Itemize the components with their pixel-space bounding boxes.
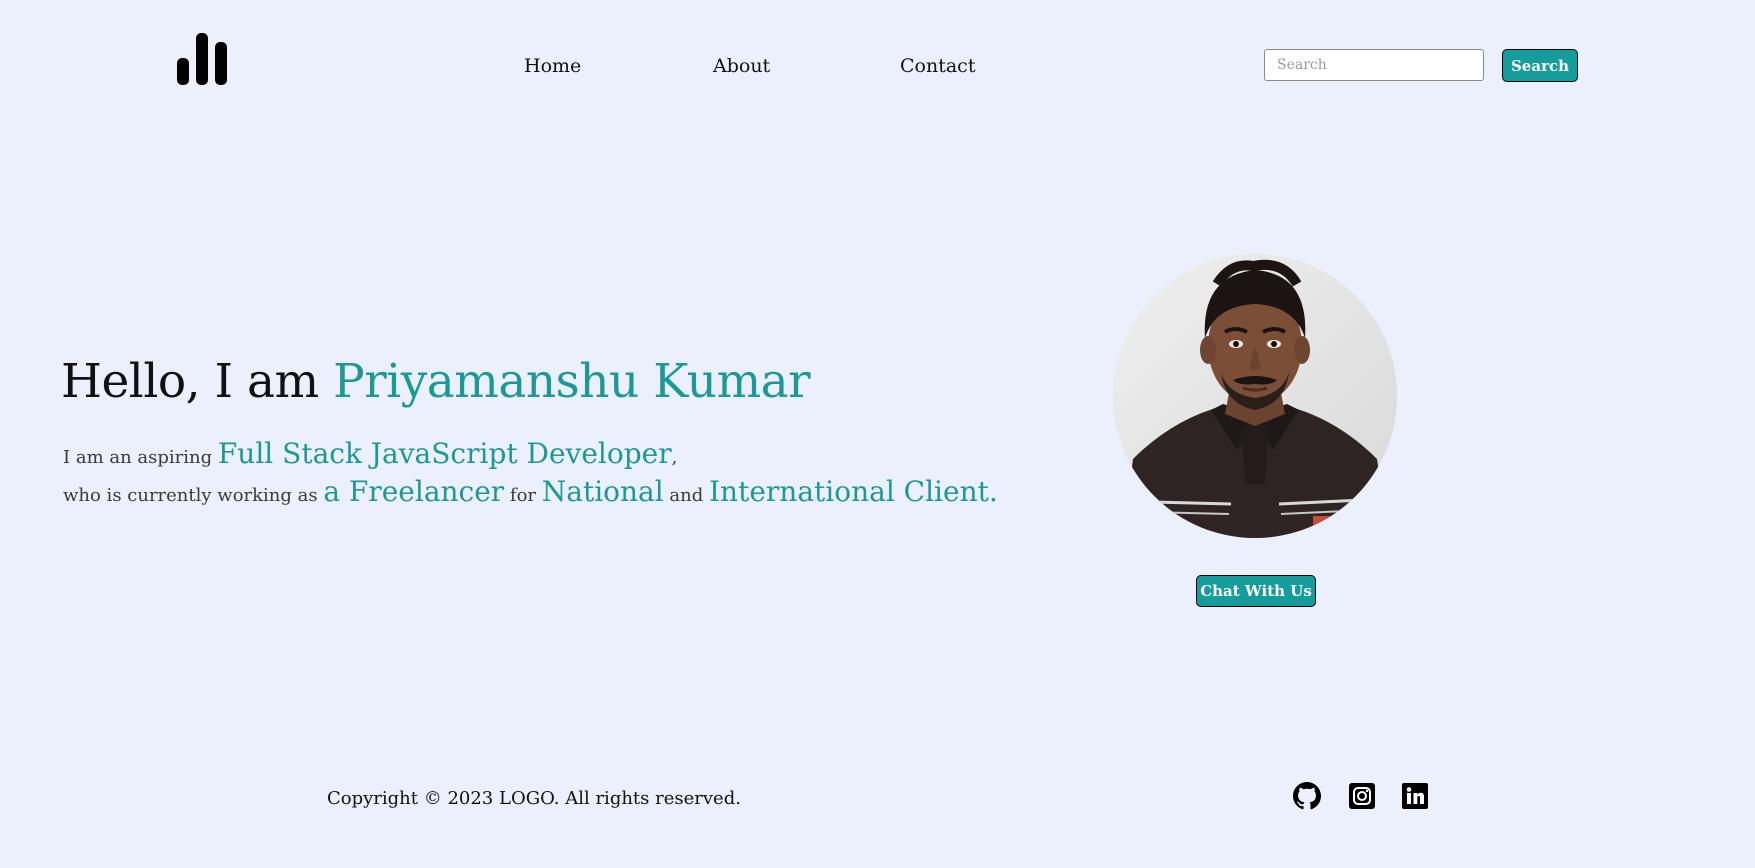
tagline-connector: and [663, 485, 709, 506]
tagline-connector: for [504, 485, 542, 506]
profile-photo [1113, 254, 1397, 538]
national-highlight: National [541, 475, 664, 508]
search-button[interactable]: Search [1502, 49, 1578, 82]
hero-tagline-line-1: I am an aspiring Full Stack JavaScript D… [63, 436, 677, 476]
copyright-text: Copyright © 2023 LOGO. All rights reserv… [327, 788, 741, 809]
hero-name: Priyamanshu Kumar [333, 354, 811, 409]
nav-home-link[interactable]: Home [524, 54, 581, 78]
nav-about-link[interactable]: About [713, 54, 770, 78]
greeting-text: Hello, I am [61, 354, 334, 409]
freelancer-highlight: a Freelancer [323, 475, 505, 508]
nav-contact-link[interactable]: Contact [900, 54, 975, 78]
role-highlight: Full Stack JavaScript Developer [217, 437, 672, 470]
linkedin-icon[interactable] [1401, 782, 1429, 810]
search-input[interactable] [1264, 49, 1484, 81]
profile-portrait-illustration [1113, 254, 1397, 538]
tagline-prefix: who is currently working as [63, 485, 324, 506]
github-icon[interactable] [1293, 782, 1321, 810]
instagram-icon[interactable] [1348, 782, 1376, 810]
tagline-suffix: , [671, 447, 678, 468]
bar-chart-logo-icon[interactable] [177, 33, 227, 85]
hero-tagline-line-2: who is currently working as a Freelancer… [63, 474, 998, 514]
international-highlight: International Client. [709, 475, 998, 508]
tagline-prefix: I am an aspiring [63, 447, 218, 468]
hero-heading: Hello, I am Priyamanshu Kumar [61, 350, 811, 414]
chat-with-us-button[interactable]: Chat With Us [1196, 575, 1316, 607]
page: Home About Contact Search Hello, I am Pr… [0, 0, 1755, 868]
